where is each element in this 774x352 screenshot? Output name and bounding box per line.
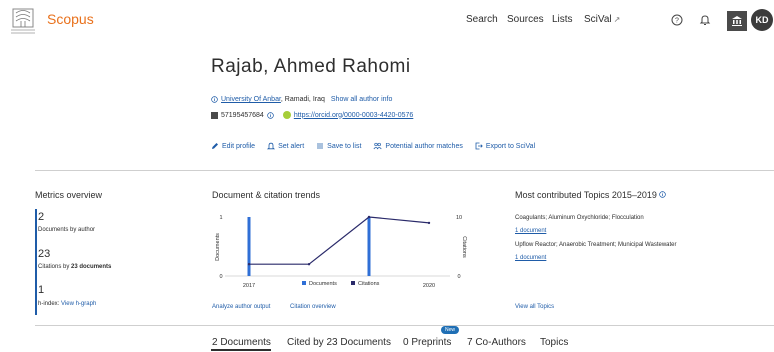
topic-documents-link[interactable]: 1 document xyxy=(515,255,546,261)
tabs-divider xyxy=(35,325,774,326)
documents-bar xyxy=(247,217,251,276)
citations-point xyxy=(307,263,311,266)
show-all-author-info-link[interactable]: Show all author info xyxy=(331,96,392,103)
x-tick-label: 2020 xyxy=(423,283,435,289)
bell-icon xyxy=(267,142,276,150)
h-index-value: 1 xyxy=(38,284,45,296)
nav-sources[interactable]: Sources xyxy=(507,14,544,25)
citations-label-prefix: Citations by xyxy=(38,264,72,270)
new-badge: New xyxy=(441,326,460,334)
documents-count-label: Documents by author xyxy=(38,227,96,233)
topic-name[interactable]: Upflow Reactor; Anaerobic Treatment; Mun… xyxy=(515,242,677,248)
nav-scival[interactable]: SciVal ↗ xyxy=(584,14,620,25)
potential-author-matches-button[interactable]: Potential author matches xyxy=(373,142,463,150)
orcid-icon xyxy=(282,111,291,119)
scopus-logo[interactable]: Scopus xyxy=(47,11,94,27)
metrics-overview-title: Metrics overview xyxy=(35,190,103,200)
legend-citations-label: Citations xyxy=(358,281,380,287)
affiliation-link[interactable]: University Of Anbar xyxy=(221,96,281,103)
info-icon[interactable] xyxy=(659,191,667,198)
tab-topics[interactable]: Topics xyxy=(540,337,568,348)
institution-icon[interactable] xyxy=(727,11,747,31)
export-to-scival-label: Export to SciVal xyxy=(485,142,536,150)
potential-author-matches-label: Potential author matches xyxy=(385,142,463,150)
author-ids-row: 57195457684 https://orcid.org/0000-0003-… xyxy=(211,111,413,119)
topics-title-row: Most contributed Topics 2015–2019 xyxy=(515,190,667,200)
info-icon xyxy=(211,96,218,103)
author-name: Rajab, Ahmed Rahomi xyxy=(211,56,411,77)
people-icon xyxy=(373,142,382,150)
citation-overview-link[interactable]: Citation overview xyxy=(290,304,336,310)
tab-preprints[interactable]: 0 Preprints xyxy=(403,337,451,348)
documents-count: 2 xyxy=(38,211,45,223)
legend-citations-swatch xyxy=(351,281,355,285)
save-to-list-label: Save to list xyxy=(327,142,362,150)
citations-point xyxy=(367,215,371,219)
edit-profile-label: Edit profile xyxy=(222,142,256,150)
export-icon xyxy=(475,142,483,150)
affiliation-location: , Ramadi, Iraq xyxy=(280,96,325,103)
legend-documents-swatch xyxy=(302,281,306,285)
documents-bar xyxy=(367,217,371,276)
nav-scival-label: SciVal xyxy=(584,14,612,25)
citations-point xyxy=(247,263,251,266)
user-avatar[interactable]: KD xyxy=(751,9,773,31)
author-actions: Edit profile Set alert Save to list Pote… xyxy=(211,142,535,150)
y-right-tick-label: 0 xyxy=(457,274,460,280)
citations-count-label: Citations by 23 documents xyxy=(38,264,111,270)
orcid-link[interactable]: https://orcid.org/0000-0003-4420-0576 xyxy=(294,112,413,119)
set-alert-button[interactable]: Set alert xyxy=(267,142,304,150)
citations-line xyxy=(249,216,430,265)
y-left-axis-label: Documents xyxy=(215,233,221,261)
external-link-icon: ↗ xyxy=(613,15,621,24)
h-index-label: h-index: xyxy=(38,301,60,307)
trends-chart: 01010Documents Citations2017 2020Documents… xyxy=(215,215,467,289)
citations-count: 23 xyxy=(38,248,51,260)
affiliation-row: University Of Anbar, Ramadi, Iraq Show a… xyxy=(211,96,392,103)
svg-text:?: ? xyxy=(675,18,679,25)
help-icon[interactable]: ? xyxy=(667,10,687,30)
citations-point xyxy=(427,221,431,225)
save-to-list-button[interactable]: Save to list xyxy=(316,142,361,150)
list-icon xyxy=(317,143,324,149)
tab-co-authors[interactable]: 7 Co-Authors xyxy=(467,337,526,348)
h-index-row: h-index: View h-graph xyxy=(38,301,96,307)
nav-lists[interactable]: Lists xyxy=(552,14,573,25)
active-tab-indicator xyxy=(211,349,271,351)
export-to-scival-button[interactable]: Export to SciVal xyxy=(475,142,535,150)
section-divider xyxy=(35,170,774,171)
y-left-tick-label: 1 xyxy=(219,215,222,221)
view-h-graph-link[interactable]: View h-graph xyxy=(61,301,96,307)
y-left-tick-label: 0 xyxy=(219,274,222,280)
author-id: 57195457684 xyxy=(221,111,264,119)
set-alert-label: Set alert xyxy=(278,142,305,150)
info-icon[interactable] xyxy=(267,111,274,119)
topic-documents-link[interactable]: 1 document xyxy=(515,228,546,234)
tab-cited-by[interactable]: Cited by 23 Documents xyxy=(287,337,391,348)
metrics-accent-bar xyxy=(35,209,37,315)
bell-icon[interactable] xyxy=(695,10,715,30)
view-all-topics-link[interactable]: View all Topics xyxy=(515,304,554,310)
elsevier-logo xyxy=(11,8,35,34)
citations-label-docs: 23 documents xyxy=(71,264,112,270)
y-right-tick-label: 10 xyxy=(456,215,462,221)
analyze-author-output-link[interactable]: Analyze author output xyxy=(212,304,270,310)
topic-name[interactable]: Coagulants; Aluminum Oxychloride; Floccu… xyxy=(515,215,644,221)
pencil-icon xyxy=(212,143,218,149)
x-tick-label: 2017 xyxy=(243,283,255,289)
topics-title: Most contributed Topics 2015–2019 xyxy=(515,190,657,200)
edit-profile-button[interactable]: Edit profile xyxy=(211,142,255,150)
y-right-axis-label: Citations xyxy=(461,236,467,258)
nav-search[interactable]: Search xyxy=(466,14,498,25)
tab-documents[interactable]: 2 Documents xyxy=(212,337,271,348)
id-card-icon xyxy=(211,111,218,119)
legend-documents-label: Documents xyxy=(309,281,337,287)
trends-title: Document & citation trends xyxy=(212,190,321,200)
